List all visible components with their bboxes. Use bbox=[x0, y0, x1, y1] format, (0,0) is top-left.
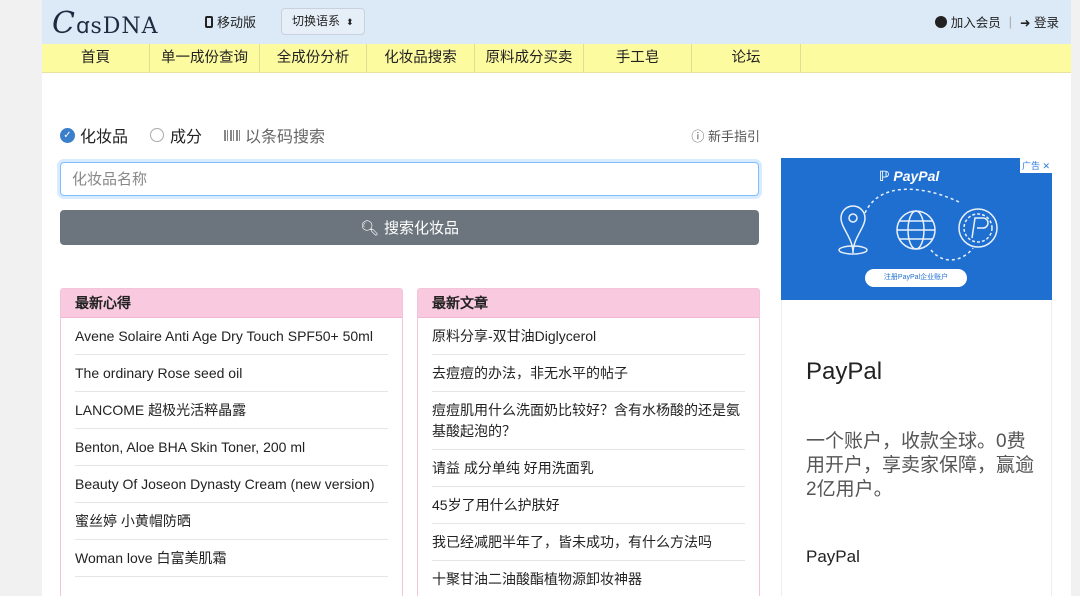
select-arrows-icon: ⬍ bbox=[346, 17, 354, 27]
review-item[interactable]: Beauty Of Joseon Dynasty Cream (new vers… bbox=[75, 466, 388, 503]
latest-articles-list: 原料分享-双甘油Diglycerol 去痘痘的办法，非无水平的帖子 痘痘肌用什么… bbox=[418, 318, 759, 596]
user-icon bbox=[935, 16, 948, 28]
latest-articles-card: 最新文章 原料分享-双甘油Diglycerol 去痘痘的办法，非无水平的帖子 痘… bbox=[417, 288, 760, 596]
review-item[interactable]: 蜜丝婷 小黄帽防晒 bbox=[75, 503, 388, 540]
search-button-label: 搜索化妆品 bbox=[384, 220, 460, 237]
review-item[interactable]: LANCOME 超极光活粹晶露 bbox=[75, 392, 388, 429]
top-bar: CꭤsDNA 移动版 切换语系 ⬍ 加入会员 | ➜ 登录 bbox=[42, 0, 1071, 44]
cosmetic-search-input[interactable] bbox=[60, 162, 759, 196]
nav-item-full-analysis[interactable]: 全成份分析 bbox=[260, 44, 367, 73]
review-item[interactable]: Benton, Aloe BHA Skin Toner, 200 ml bbox=[75, 429, 388, 466]
page: CꭤsDNA 移动版 切换语系 ⬍ 加入会员 | ➜ 登录 首頁 单一成份查询 全… bbox=[42, 0, 1071, 596]
nav-item-single-ingredient[interactable]: 单一成份查询 bbox=[150, 44, 260, 73]
ad-cta-button[interactable]: 注册PayPal企业账户 bbox=[865, 269, 967, 287]
nav-item-cosmetic-search[interactable]: 化妆品搜索 bbox=[367, 44, 475, 73]
beginner-guide-link[interactable]: ⓘ 新手指引 bbox=[691, 126, 760, 145]
review-item[interactable]: Avene Solaire Anti Age Dry Touch SPF50+ … bbox=[75, 318, 388, 355]
article-item[interactable]: 十聚甘油二油酸酯植物源卸妆神器 bbox=[432, 561, 745, 596]
nav-item-handmade-soap[interactable]: 手工皂 bbox=[584, 44, 692, 73]
mobile-version-label: 移动版 bbox=[217, 15, 257, 30]
article-item[interactable]: 我已经减肥半年了，皆未成功，有什么方法吗 bbox=[432, 524, 745, 561]
search-type-options: ✓ 化妆品 成分 以条码搜索 bbox=[60, 124, 760, 146]
article-item[interactable]: 原料分享-双甘油Diglycerol bbox=[432, 318, 745, 355]
review-item[interactable]: The ordinary Rose seed oil bbox=[75, 355, 388, 392]
article-item[interactable]: 45岁了用什么护肤好 bbox=[432, 487, 745, 524]
divider: | bbox=[1008, 14, 1013, 29]
search-section: ✓ 化妆品 成分 以条码搜索 ⓘ 新手指引 🔍︎ 搜索化妆品 bbox=[60, 124, 760, 245]
option-cosmetic[interactable]: 化妆品 bbox=[80, 123, 128, 147]
article-item[interactable]: 痘痘肌用什么洗面奶比较好？含有水杨酸的还是氨基酸起泡的？ bbox=[432, 392, 745, 450]
ad-banner[interactable]: 广告 ✕ ℙ PayPal 注册PayPal企业账户 bbox=[781, 158, 1052, 300]
option-ingredient[interactable]: 成分 bbox=[170, 123, 202, 147]
account-links: 加入会员 | ➜ 登录 bbox=[935, 12, 1059, 31]
option-barcode[interactable]: 以条码搜索 bbox=[245, 123, 325, 147]
nav-item-forum[interactable]: 论坛 bbox=[692, 44, 801, 73]
latest-reviews-list: Avene Solaire Anti Age Dry Touch SPF50+ … bbox=[61, 318, 402, 577]
language-switch-label: 切换语系 bbox=[292, 14, 341, 28]
radio-unchecked-icon[interactable] bbox=[150, 128, 165, 142]
language-switch-select[interactable]: 切换语系 ⬍ bbox=[281, 8, 365, 35]
ad-title[interactable]: PayPal bbox=[806, 358, 882, 386]
beginner-guide-label: 新手指引 bbox=[707, 129, 760, 144]
article-item[interactable]: 去痘痘的办法，非无水平的帖子 bbox=[432, 355, 745, 392]
ad-text-panel[interactable]: PayPal 一个账户，收款全球。0费用开户，享卖家保障，赢逾2亿用户。 Pay… bbox=[781, 300, 1052, 596]
join-member-link[interactable]: 加入会员 bbox=[935, 12, 1001, 31]
main-nav: 首頁 单一成份查询 全成份分析 化妆品搜索 原料成分买卖 手工皂 论坛 bbox=[42, 44, 1071, 73]
nav-item-home[interactable]: 首頁 bbox=[42, 44, 150, 73]
info-icon: ⓘ bbox=[691, 129, 705, 144]
nav-item-ingredient-trade[interactable]: 原料成分买卖 bbox=[475, 44, 584, 73]
ad-description: 一个账户，收款全球。0费用开户，享卖家保障，赢逾2亿用户。 bbox=[806, 431, 1035, 500]
latest-articles-title: 最新文章 bbox=[418, 289, 759, 318]
latest-reviews-title: 最新心得 bbox=[61, 289, 402, 318]
latest-reviews-card: 最新心得 Avene Solaire Anti Age Dry Touch SP… bbox=[60, 288, 403, 596]
article-item[interactable]: 请益 成分单纯 好用洗面乳 bbox=[432, 450, 745, 487]
search-icon: 🔍︎ bbox=[359, 219, 380, 237]
search-cosmetic-button[interactable]: 🔍︎ 搜索化妆品 bbox=[60, 210, 759, 245]
ad-subtitle[interactable]: PayPal bbox=[806, 547, 860, 567]
mobile-phone-icon bbox=[205, 15, 213, 28]
sign-in-icon: ➜ bbox=[1020, 16, 1031, 30]
review-item[interactable]: Woman love 白富美肌霜 bbox=[75, 540, 388, 577]
radio-checked-icon[interactable]: ✓ bbox=[60, 127, 75, 143]
login-link[interactable]: ➜ 登录 bbox=[1020, 12, 1059, 31]
join-member-label: 加入会员 bbox=[950, 16, 1001, 30]
mobile-version-link[interactable]: 移动版 bbox=[205, 12, 256, 31]
barcode-icon[interactable] bbox=[224, 129, 241, 141]
logo[interactable]: CꭤsDNA bbox=[52, 6, 159, 41]
login-label: 登录 bbox=[1033, 16, 1059, 30]
